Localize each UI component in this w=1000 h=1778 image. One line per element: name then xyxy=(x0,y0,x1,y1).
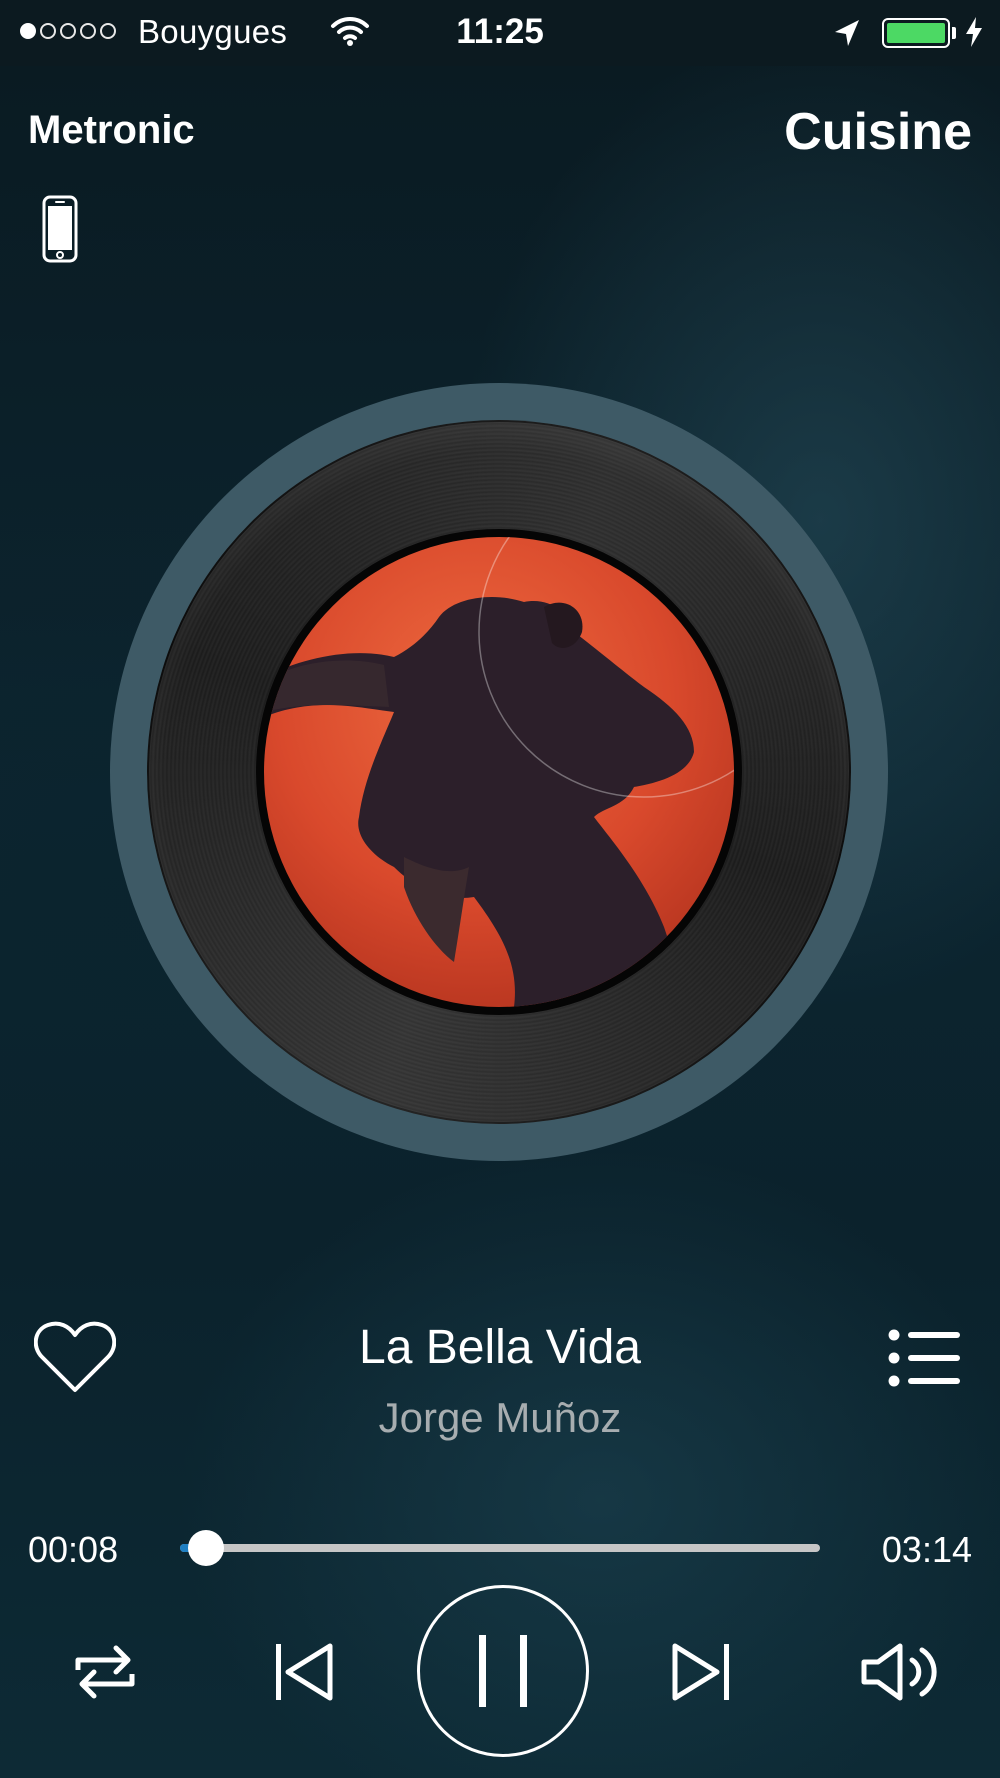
album-cover xyxy=(264,537,734,1007)
queue-list-icon[interactable] xyxy=(888,1328,960,1393)
previous-icon xyxy=(276,1643,333,1701)
app-name: Metronic xyxy=(28,108,195,152)
location-arrow-icon xyxy=(833,18,861,53)
elapsed-time: 00:08 xyxy=(28,1529,119,1570)
pause-button[interactable] xyxy=(417,1585,589,1757)
track-artist: Jorge Muñoz xyxy=(378,1394,622,1441)
pause-icon xyxy=(479,1635,527,1707)
progress-knob[interactable] xyxy=(188,1530,225,1566)
room-name[interactable]: Cuisine xyxy=(784,102,972,162)
previous-button[interactable] xyxy=(265,1636,345,1708)
battery-level xyxy=(887,23,945,43)
progress-track[interactable] xyxy=(180,1544,820,1552)
track-title: La Bella Vida xyxy=(359,1321,641,1374)
repeat-button[interactable] xyxy=(60,1636,150,1708)
repeat-icon xyxy=(75,1645,135,1699)
next-button[interactable] xyxy=(660,1636,740,1708)
battery-tip xyxy=(952,27,956,39)
charging-bolt-icon xyxy=(963,16,985,53)
volume-button[interactable] xyxy=(852,1636,952,1708)
battery-icon xyxy=(882,18,950,48)
next-icon xyxy=(672,1643,729,1701)
total-time: 03:14 xyxy=(881,1529,972,1570)
phone-icon[interactable] xyxy=(42,195,78,268)
volume-icon xyxy=(861,1643,937,1701)
